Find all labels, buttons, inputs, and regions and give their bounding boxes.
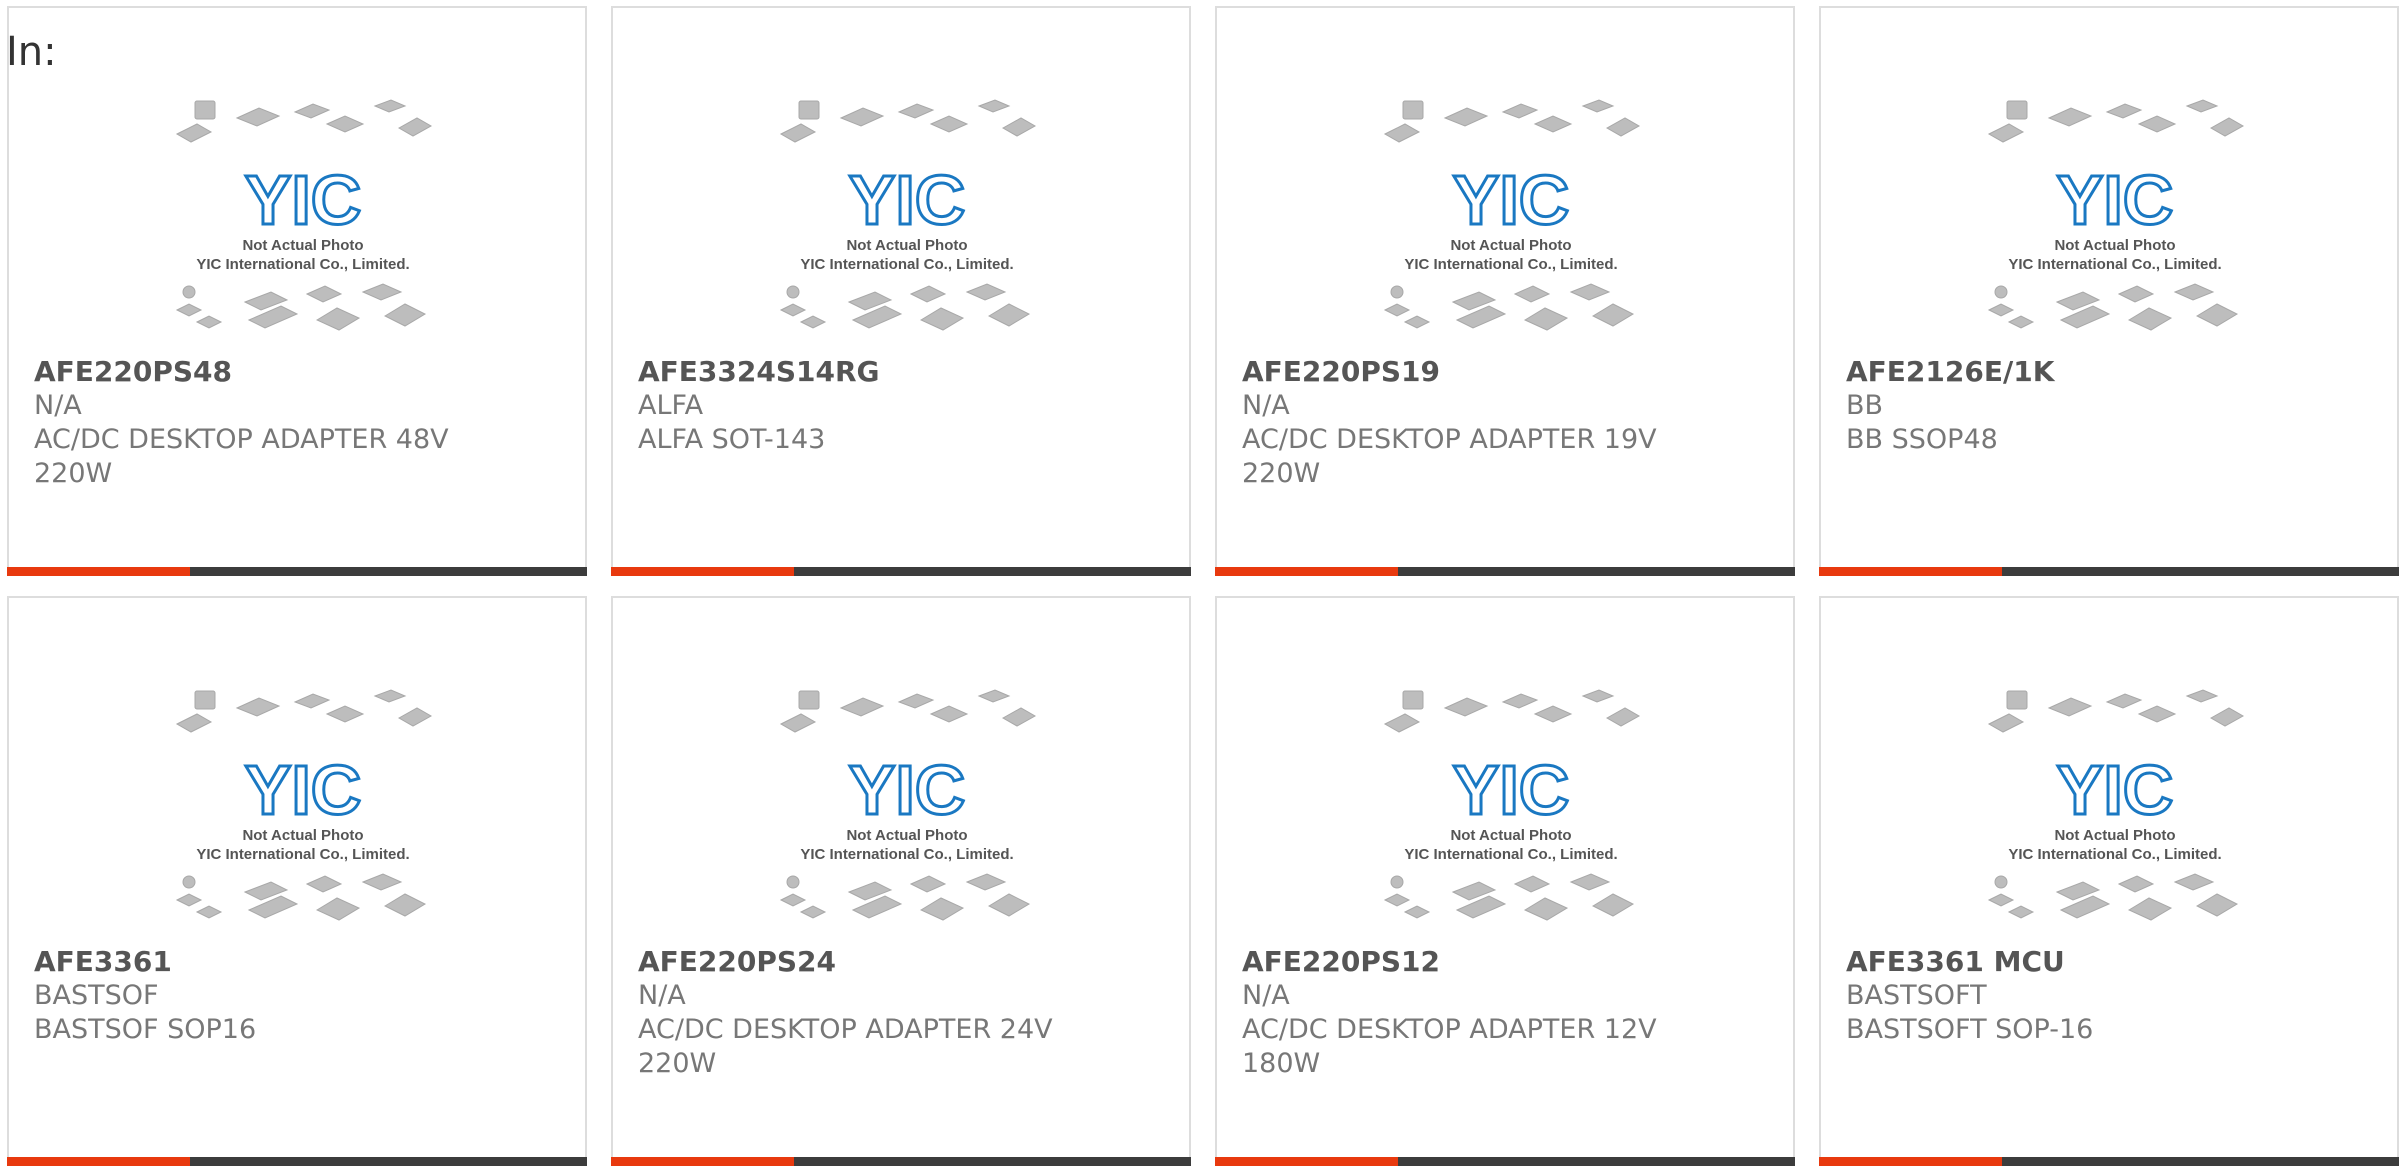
company-caption: YIC International Co., Limited. — [1404, 846, 1617, 863]
manufacturer: N/A — [1242, 390, 1290, 421]
card-bottom-bar — [1819, 1157, 2399, 1166]
yic-logo-icon: YIC — [1453, 751, 1570, 829]
card-bottom-bar — [611, 1157, 1191, 1166]
product-placeholder-image: YICNot Actual Photo YIC International Co.… — [175, 689, 433, 921]
in-label: In: — [6, 29, 57, 75]
manufacturer: BB — [1846, 390, 1884, 421]
company-caption: YIC International Co., Limited. — [2008, 256, 2221, 273]
part-number-link[interactable]: AFE2126E/1K — [1846, 355, 2377, 389]
not-actual-photo-caption: Not Actual Photo — [2054, 237, 2175, 254]
product-card[interactable]: YIC Not Actual Photo YIC International Co.… — [7, 6, 587, 576]
not-actual-photo-caption: Not Actual Photo — [2054, 827, 2175, 844]
product-card[interactable]: YIC Not Actual Photo YIC International Co.… — [7, 596, 587, 1166]
product-placeholder-image: YICNot Actual Photo YIC International Co.… — [779, 689, 1037, 921]
product-grid: YIC Not Actual Photo YIC International Co.… — [0, 0, 2400, 1166]
manufacturer: BASTSOFT — [1846, 980, 1987, 1011]
product-placeholder-image: YICNot Actual Photo YIC International Co.… — [175, 99, 433, 331]
product-placeholder-image: YICNot Actual Photo YIC International Co.… — [1987, 99, 2245, 331]
card-bottom-bar — [7, 1157, 587, 1166]
manufacturer: N/A — [1242, 980, 1290, 1011]
description: AC/DC DESKTOP ADAPTER 12V 180W — [1242, 1014, 1657, 1079]
part-number-link[interactable]: AFE220PS12 — [1242, 945, 1773, 979]
product-card[interactable]: YIC Not Actual Photo YIC International Co.… — [1819, 596, 2399, 1166]
not-actual-photo-caption: Not Actual Photo — [1450, 827, 1571, 844]
not-actual-photo-caption: Not Actual Photo — [846, 237, 967, 254]
product-placeholder-image: YICNot Actual Photo YIC International Co.… — [1987, 689, 2245, 921]
card-bottom-bar — [611, 567, 1191, 576]
part-number-link[interactable]: AFE3361 MCU — [1846, 945, 2377, 979]
product-card[interactable]: YIC Not Actual Photo YIC International Co.… — [1215, 596, 1795, 1166]
company-caption: YIC International Co., Limited. — [1404, 256, 1617, 273]
part-number-link[interactable]: AFE220PS24 — [638, 945, 1169, 979]
card-bottom-bar — [7, 567, 587, 576]
company-caption: YIC International Co., Limited. — [196, 256, 409, 273]
manufacturer: N/A — [638, 980, 686, 1011]
product-placeholder-image: YICNot Actual Photo YIC International Co.… — [1383, 689, 1641, 921]
company-caption: YIC International Co., Limited. — [800, 846, 1013, 863]
yic-logo-icon: YIC — [1453, 161, 1570, 239]
product-card[interactable]: YIC Not Actual Photo YIC International Co.… — [611, 596, 1191, 1166]
part-number-link[interactable]: AFE220PS48 — [34, 355, 565, 389]
company-caption: YIC International Co., Limited. — [196, 846, 409, 863]
company-caption: YIC International Co., Limited. — [800, 256, 1013, 273]
manufacturer: BASTSOF — [34, 980, 159, 1011]
company-caption: YIC International Co., Limited. — [2008, 846, 2221, 863]
yic-logo-icon: YIC — [2057, 161, 2174, 239]
description: ALFA SOT-143 — [638, 424, 826, 455]
yic-logo-icon: YIC — [245, 751, 362, 829]
description: BASTSOF SOP16 — [34, 1014, 257, 1045]
description: AC/DC DESKTOP ADAPTER 24V 220W — [638, 1014, 1053, 1079]
not-actual-photo-caption: Not Actual Photo — [242, 237, 363, 254]
description: BB SSOP48 — [1846, 424, 1998, 455]
part-number-link[interactable]: AFE3361 — [34, 945, 565, 979]
card-bottom-bar — [1215, 1157, 1795, 1166]
part-number-link[interactable]: AFE3324S14RG — [638, 355, 1169, 389]
description: AC/DC DESKTOP ADAPTER 48V 220W — [34, 424, 449, 489]
yic-logo-icon: YIC — [245, 161, 362, 239]
product-placeholder-image: YICNot Actual Photo YIC International Co.… — [779, 99, 1037, 331]
not-actual-photo-caption: Not Actual Photo — [242, 827, 363, 844]
card-bottom-bar — [1819, 567, 2399, 576]
product-card[interactable]: YIC Not Actual Photo YIC International Co.… — [611, 6, 1191, 576]
not-actual-photo-caption: Not Actual Photo — [846, 827, 967, 844]
part-number-link[interactable]: AFE220PS19 — [1242, 355, 1773, 389]
manufacturer: ALFA — [638, 390, 704, 421]
product-card[interactable]: YIC Not Actual Photo YIC International Co.… — [1819, 6, 2399, 576]
description: AC/DC DESKTOP ADAPTER 19V 220W — [1242, 424, 1657, 489]
not-actual-photo-caption: Not Actual Photo — [1450, 237, 1571, 254]
product-card[interactable]: YIC Not Actual Photo YIC International Co.… — [1215, 6, 1795, 576]
yic-logo-icon: YIC — [849, 751, 966, 829]
manufacturer: N/A — [34, 390, 82, 421]
description: BASTSOFT SOP-16 — [1846, 1014, 2094, 1045]
yic-logo-icon: YIC — [2057, 751, 2174, 829]
product-placeholder-image: YICNot Actual Photo YIC International Co.… — [1383, 99, 1641, 331]
card-bottom-bar — [1215, 567, 1795, 576]
yic-logo-icon: YIC — [849, 161, 966, 239]
